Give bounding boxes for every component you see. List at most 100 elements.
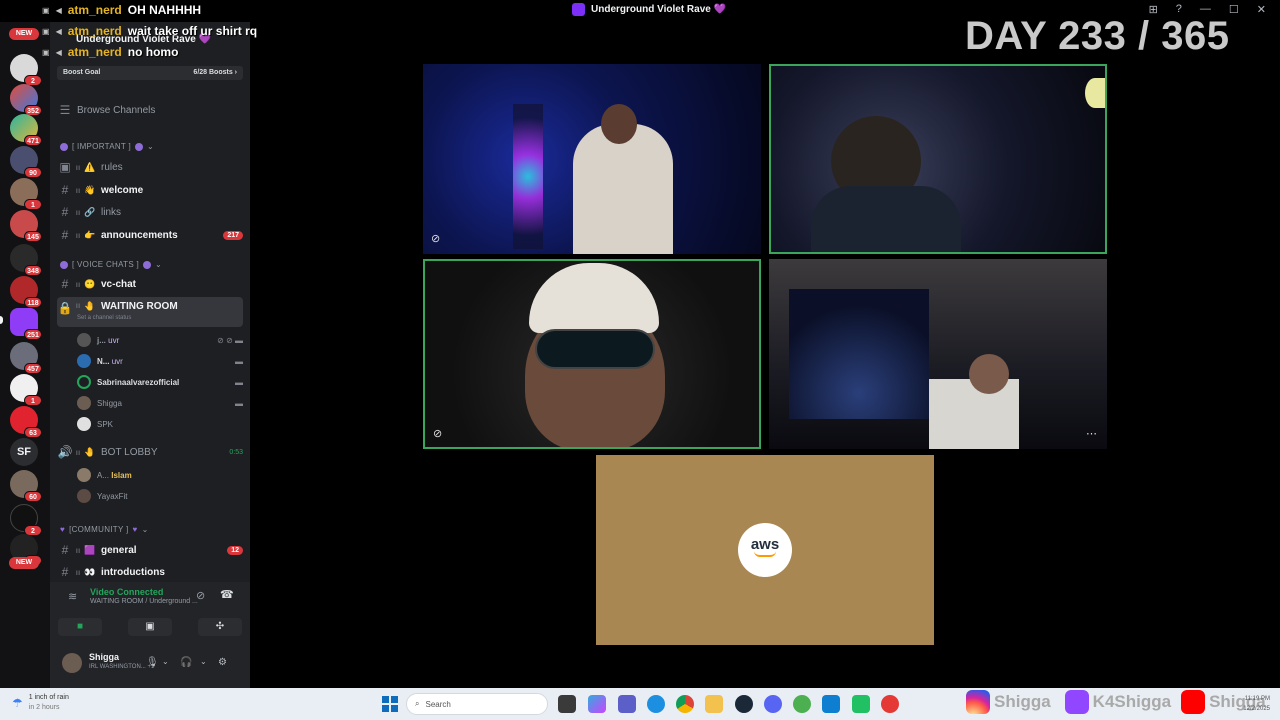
user-avatar[interactable] <box>62 653 82 673</box>
steam-icon[interactable] <box>735 695 753 713</box>
gear-icon[interactable]: ⚙ <box>218 657 227 668</box>
copilot-icon[interactable] <box>588 695 606 713</box>
avatar <box>77 375 91 389</box>
system-clock[interactable]: 11:19 PM 12/2/2025 <box>1243 694 1270 714</box>
voice-user[interactable]: YayaxFit <box>77 486 243 506</box>
category-community[interactable]: ♥ [COMMUNITY ] ♥ ⌄ <box>60 525 149 534</box>
channel-general[interactable]: # ıı 🟪 general 12 <box>57 540 243 560</box>
file-explorer-icon[interactable] <box>705 695 723 713</box>
boost-goal-bar[interactable]: Boost Goal 6/28 Boosts › <box>57 66 243 80</box>
screen-share-icon: ▣ <box>145 621 155 632</box>
new-badge-bottom: NEW <box>9 557 39 569</box>
boost-count: 6/28 Boosts › <box>193 69 237 76</box>
avatar <box>77 333 91 347</box>
signal-icon[interactable]: ≋ <box>68 590 77 603</box>
activities-icon: ✣ <box>215 621 225 632</box>
voice-user[interactable]: Sabrinaalvarezofficial ▬ <box>77 372 243 392</box>
window-title: Underground Violet Rave 💜 <box>572 3 726 16</box>
start-button[interactable] <box>382 696 398 712</box>
channel-vc-chat[interactable]: # ıı 😶 vc-chat <box>57 274 243 294</box>
server-icon[interactable]: 1 <box>10 374 42 406</box>
teams-icon[interactable] <box>618 695 636 713</box>
video-tile-speaking[interactable]: ⊘ <box>423 259 761 449</box>
photos-icon[interactable] <box>822 695 840 713</box>
app-icon[interactable] <box>852 695 870 713</box>
sponsor-tile[interactable]: aws <box>596 455 934 645</box>
voice-user[interactable]: Shigga ▬ <box>77 393 243 413</box>
server-icon[interactable]: 118 <box>10 276 42 308</box>
server-icon-sf[interactable]: SF <box>10 438 38 466</box>
task-view-icon[interactable] <box>558 695 576 713</box>
category-important[interactable]: [ IMPORTANT ] ⌄ <box>60 142 154 151</box>
edge-icon[interactable] <box>647 695 665 713</box>
browse-channels[interactable]: ☰ Browse Channels <box>57 100 243 120</box>
channel-rules[interactable]: ▣ ıı ⚠️ rules <box>57 157 243 177</box>
emoji-icon: 😶 <box>84 278 96 289</box>
taskbar-search[interactable]: ⌕ Search <box>406 693 548 715</box>
camera-icon: ■ <box>76 621 84 632</box>
maximize-button[interactable]: ☐ <box>1229 3 1239 16</box>
purple-dot-icon <box>143 260 152 269</box>
server-icon[interactable]: 90 <box>10 146 42 178</box>
voice-user[interactable]: SPK <box>77 414 243 434</box>
more-options-icon[interactable]: ⋯ <box>1086 427 1097 440</box>
rain-icon: ☂ <box>12 696 23 710</box>
chat-message: ▣ ◀ atm_nerd OH NAHHHH <box>42 0 257 21</box>
bed <box>929 379 1019 449</box>
server-icon[interactable]: 145 <box>10 210 42 242</box>
server-icon[interactable]: 457 <box>10 342 42 374</box>
browser-icon[interactable] <box>793 695 811 713</box>
chevron-down-icon[interactable]: ⌄ <box>162 657 169 666</box>
participant-silhouette <box>573 124 673 254</box>
voice-user[interactable]: N... uvr ▬ <box>77 351 243 371</box>
voice-status[interactable]: Video Connected <box>90 587 163 597</box>
eyes-icon: 👀 <box>84 566 96 577</box>
server-icon[interactable]: 352 <box>10 84 42 116</box>
chevron-down-icon[interactable]: ⌄ <box>200 657 207 666</box>
server-icon[interactable]: 60 <box>10 470 42 502</box>
microphone-icon[interactable]: 🎙 <box>146 657 159 668</box>
user-name[interactable]: Shigga <box>89 652 119 662</box>
discord-icon[interactable] <box>764 695 782 713</box>
close-button[interactable]: ✕ <box>1257 3 1266 16</box>
server-icon[interactable]: 471 <box>10 114 42 146</box>
speaker-icon: 🔊 <box>57 445 73 459</box>
speaker-icon: ◀ <box>55 27 62 36</box>
channel-announcements[interactable]: # ıı 👉 announcements 217 <box>57 225 243 245</box>
noise-suppression-icon[interactable]: ⊘ <box>196 589 205 602</box>
selected-server-indicator <box>0 316 3 324</box>
server-icon[interactable]: 2 <box>10 504 42 536</box>
channel-waiting-room[interactable]: 🔒 ıı 🤚 WAITING ROOM Set a channel status <box>57 297 243 327</box>
server-icon[interactable]: 63 <box>10 406 42 438</box>
chevron-down-icon: ⌄ <box>155 260 163 269</box>
channel-links[interactable]: # ıı 🔗 links <box>57 202 243 222</box>
activities-button[interactable]: ✣ <box>198 618 242 636</box>
channel-welcome[interactable]: # ıı 👋 welcome <box>57 180 243 200</box>
app-icon[interactable] <box>881 695 899 713</box>
screen-share-button[interactable]: ▣ <box>128 618 172 636</box>
channel-status[interactable]: Set a channel status <box>77 315 131 321</box>
voice-user[interactable]: j... uvr ⊘ ⊘ ▬ <box>77 330 243 350</box>
weather-widget[interactable]: ☂ 1 inch of rain in 2 hours <box>12 693 69 713</box>
headphones-icon[interactable]: 🎧 <box>180 657 192 668</box>
hash-icon: # <box>61 228 69 242</box>
server-icon[interactable]: 2 <box>10 54 42 86</box>
channel-introductions[interactable]: # ıı 👀 introductions <box>57 562 243 582</box>
voice-user[interactable]: A... Islam <box>77 465 243 485</box>
chrome-icon[interactable] <box>676 695 694 713</box>
category-voice-chats[interactable]: [ VOICE CHATS ] ⌄ <box>60 260 162 269</box>
video-tile[interactable]: ⋯ <box>769 259 1107 449</box>
video-tile[interactable]: ⊘ <box>423 64 761 254</box>
video-icon: ▬ <box>235 398 243 408</box>
server-icon-active[interactable]: 251 <box>10 308 42 340</box>
disconnect-icon[interactable]: ☎ <box>220 588 234 601</box>
server-icon[interactable]: 1 <box>10 178 42 210</box>
video-tile-speaking[interactable] <box>769 64 1107 254</box>
voice-location[interactable]: WAITING ROOM / Underground ... <box>90 598 198 605</box>
boost-goal-label: Boost Goal <box>63 69 101 76</box>
channel-bot-lobby[interactable]: 🔊 ıı 🤚 BOT LOBBY 0:53 <box>57 442 243 462</box>
chat-message: ▣ ◀ atm_nerd no homo <box>42 42 257 63</box>
voice-connection-panel: ≋ Video Connected WAITING ROOM / Undergr… <box>50 582 250 640</box>
server-icon[interactable]: 348 <box>10 244 42 276</box>
camera-button[interactable]: ■ <box>58 618 102 636</box>
